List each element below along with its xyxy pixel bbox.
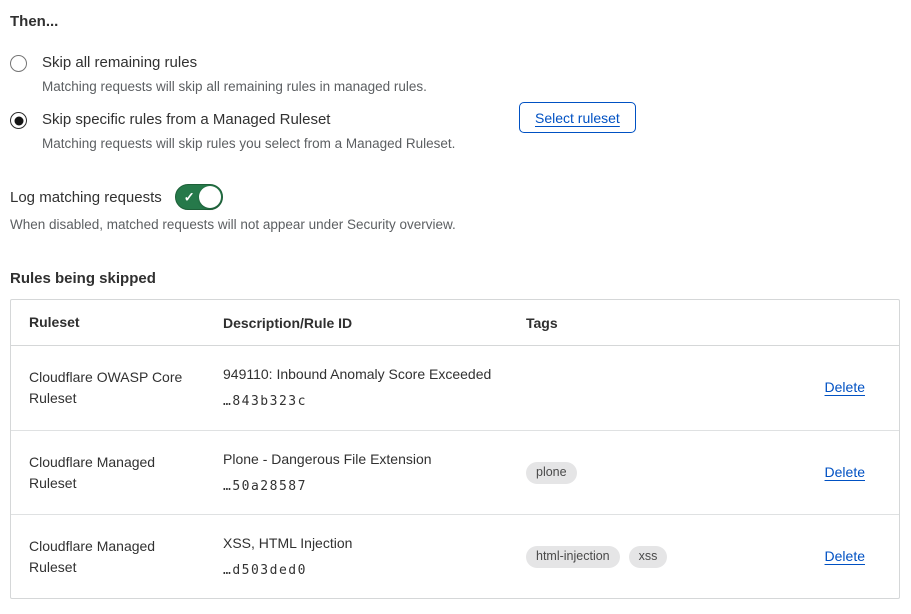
table-header-row: Ruleset Description/Rule ID Tags	[11, 300, 899, 346]
column-header-description: Description/Rule ID	[223, 313, 526, 333]
table-row: Cloudflare Managed Ruleset Plone - Dange…	[11, 430, 899, 514]
rule-description: Plone - Dangerous File Extension	[223, 449, 506, 469]
column-header-ruleset: Ruleset	[11, 312, 223, 333]
page-root: Then... Skip all remaining rules Matchin…	[0, 0, 911, 614]
option-skip-specific: Skip specific rules from a Managed Rules…	[10, 109, 901, 153]
select-ruleset-button[interactable]: Select ruleset	[519, 102, 636, 133]
then-heading: Then...	[10, 13, 901, 30]
tag-badge: xss	[629, 546, 668, 568]
rule-description-cell: Plone - Dangerous File Extension …50a285…	[223, 449, 526, 497]
option-skip-all: Skip all remaining rules Matching reques…	[10, 52, 901, 96]
rules-skipped-heading: Rules being skipped	[10, 270, 901, 287]
rule-id: …843b323c	[223, 392, 506, 412]
rule-description: 949110: Inbound Anomaly Score Exceeded	[223, 364, 506, 384]
actions-cell: Delete	[779, 464, 899, 482]
option-text: Skip all remaining rules Matching reques…	[42, 52, 427, 96]
ruleset-name: Cloudflare Managed Ruleset	[11, 452, 223, 494]
table-row: Cloudflare OWASP Core Ruleset 949110: In…	[11, 346, 899, 430]
tags-list: html-injection xss	[526, 546, 779, 568]
log-matching-description: When disabled, matched requests will not…	[10, 217, 901, 232]
rule-description: XSS, HTML Injection	[223, 533, 506, 553]
tags-cell: html-injection xss	[526, 546, 779, 568]
rule-id: …50a28587	[223, 477, 506, 497]
delete-link[interactable]: Delete	[825, 464, 865, 480]
ruleset-name: Cloudflare OWASP Core Ruleset	[11, 367, 223, 409]
tags-cell: plone	[526, 462, 779, 484]
log-matching-toggle[interactable]: ✓	[175, 184, 223, 210]
rule-description-cell: 949110: Inbound Anomaly Score Exceeded ……	[223, 364, 526, 412]
tags-list: plone	[526, 462, 779, 484]
tag-badge: html-injection	[526, 546, 620, 568]
option-skip-specific-label[interactable]: Skip specific rules from a Managed Rules…	[42, 109, 455, 130]
checkmark-icon: ✓	[184, 191, 195, 204]
radio-skip-specific[interactable]	[10, 112, 27, 129]
actions-cell: Delete	[779, 548, 899, 566]
log-matching-label: Log matching requests	[10, 189, 162, 206]
actions-cell: Delete	[779, 379, 899, 397]
option-skip-all-label[interactable]: Skip all remaining rules	[42, 52, 427, 73]
rule-id: …d503ded0	[223, 561, 506, 581]
rule-description-cell: XSS, HTML Injection …d503ded0	[223, 533, 526, 581]
toggle-knob	[199, 186, 221, 208]
option-skip-all-description: Matching requests will skip all remainin…	[42, 77, 427, 96]
table-row: Cloudflare Managed Ruleset XSS, HTML Inj…	[11, 514, 899, 598]
option-text: Skip specific rules from a Managed Rules…	[42, 109, 455, 153]
delete-link[interactable]: Delete	[825, 379, 865, 395]
option-skip-specific-description: Matching requests will skip rules you se…	[42, 134, 455, 153]
tag-badge: plone	[526, 462, 577, 484]
ruleset-name: Cloudflare Managed Ruleset	[11, 536, 223, 578]
delete-link[interactable]: Delete	[825, 548, 865, 564]
column-header-tags: Tags	[526, 315, 779, 331]
radio-skip-all[interactable]	[10, 55, 27, 72]
rules-skipped-table: Ruleset Description/Rule ID Tags Cloudfl…	[10, 299, 900, 599]
log-matching-row: Log matching requests ✓	[10, 184, 901, 210]
